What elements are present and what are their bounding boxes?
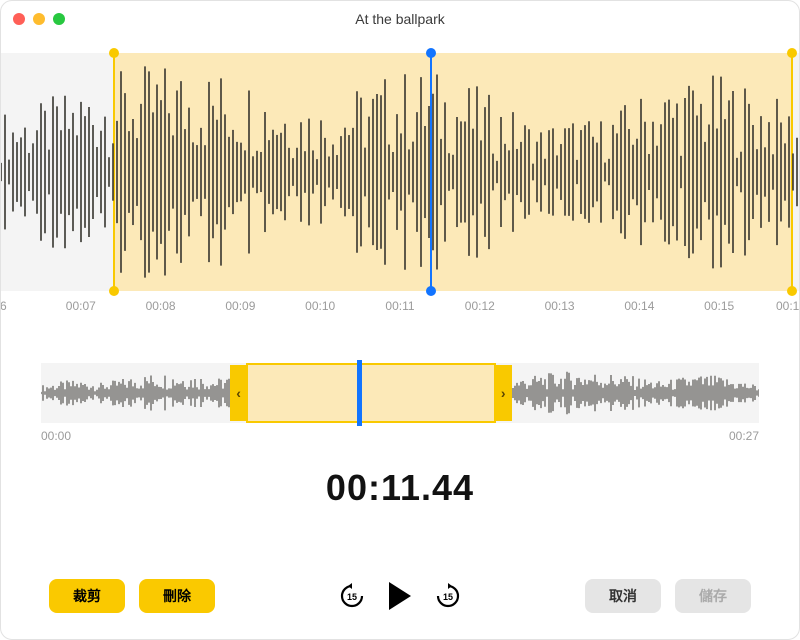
- skip-back-button[interactable]: 15: [335, 579, 369, 613]
- waveform-svg: [1, 53, 799, 291]
- time-tick: 00:14: [624, 299, 654, 313]
- titlebar: At the ballpark: [1, 1, 799, 37]
- overview-left-handle[interactable]: ‹: [230, 365, 248, 421]
- overview-right-handle[interactable]: ›: [494, 365, 512, 421]
- playhead-handle-top[interactable]: [426, 48, 436, 58]
- skip-forward-icon: 15: [434, 582, 462, 610]
- cancel-button[interactable]: 取消: [585, 579, 661, 613]
- overview-selection[interactable]: ‹ ›: [246, 363, 497, 423]
- overview-time-labels: 00:00 00:27: [41, 429, 759, 443]
- svg-text:15: 15: [347, 592, 357, 602]
- overview-playhead[interactable]: [357, 360, 362, 426]
- overview-end-time: 00:27: [729, 429, 759, 443]
- time-tick: 00:07: [66, 299, 96, 313]
- trim-button[interactable]: 裁剪: [49, 579, 125, 613]
- time-tick: 6: [0, 299, 7, 313]
- time-tick: 00:10: [305, 299, 335, 313]
- skip-forward-button[interactable]: 15: [431, 579, 465, 613]
- playhead-handle-bottom[interactable]: [426, 286, 436, 296]
- time-display: 00:11.44: [1, 467, 799, 509]
- time-tick: 00:11: [385, 299, 414, 313]
- time-tick: 00:09: [225, 299, 255, 313]
- time-tick: 00:15: [704, 299, 734, 313]
- time-tick: 00:16: [776, 299, 800, 313]
- main-waveform[interactable]: 6 00:07 00:08 00:09 00:10 00:11 00:12 00:13 00:1…: [1, 53, 799, 333]
- time-tick: 00:12: [465, 299, 495, 313]
- audio-editor-window: At the ballpark 6 00:07 00:08 00:09 00:10 00:…: [0, 0, 800, 640]
- skip-back-icon: 15: [338, 582, 366, 610]
- time-ruler: 6 00:07 00:08 00:09 00:10 00:11 00:12 00:13 00:1…: [1, 299, 799, 329]
- time-tick: 00:13: [545, 299, 575, 313]
- controls-bar: 裁剪 刪除 15 15 取消: [1, 579, 799, 613]
- time-tick: 00:08: [146, 299, 176, 313]
- overview-waveform[interactable]: ‹ ›: [41, 363, 759, 423]
- play-button[interactable]: [383, 579, 417, 613]
- svg-text:15: 15: [443, 592, 453, 602]
- overview-start-time: 00:00: [41, 429, 71, 443]
- playhead[interactable]: [430, 53, 432, 291]
- save-button[interactable]: 儲存: [675, 579, 751, 613]
- window-title: At the ballpark: [1, 11, 799, 27]
- delete-button[interactable]: 刪除: [139, 579, 215, 613]
- play-icon: [389, 582, 411, 610]
